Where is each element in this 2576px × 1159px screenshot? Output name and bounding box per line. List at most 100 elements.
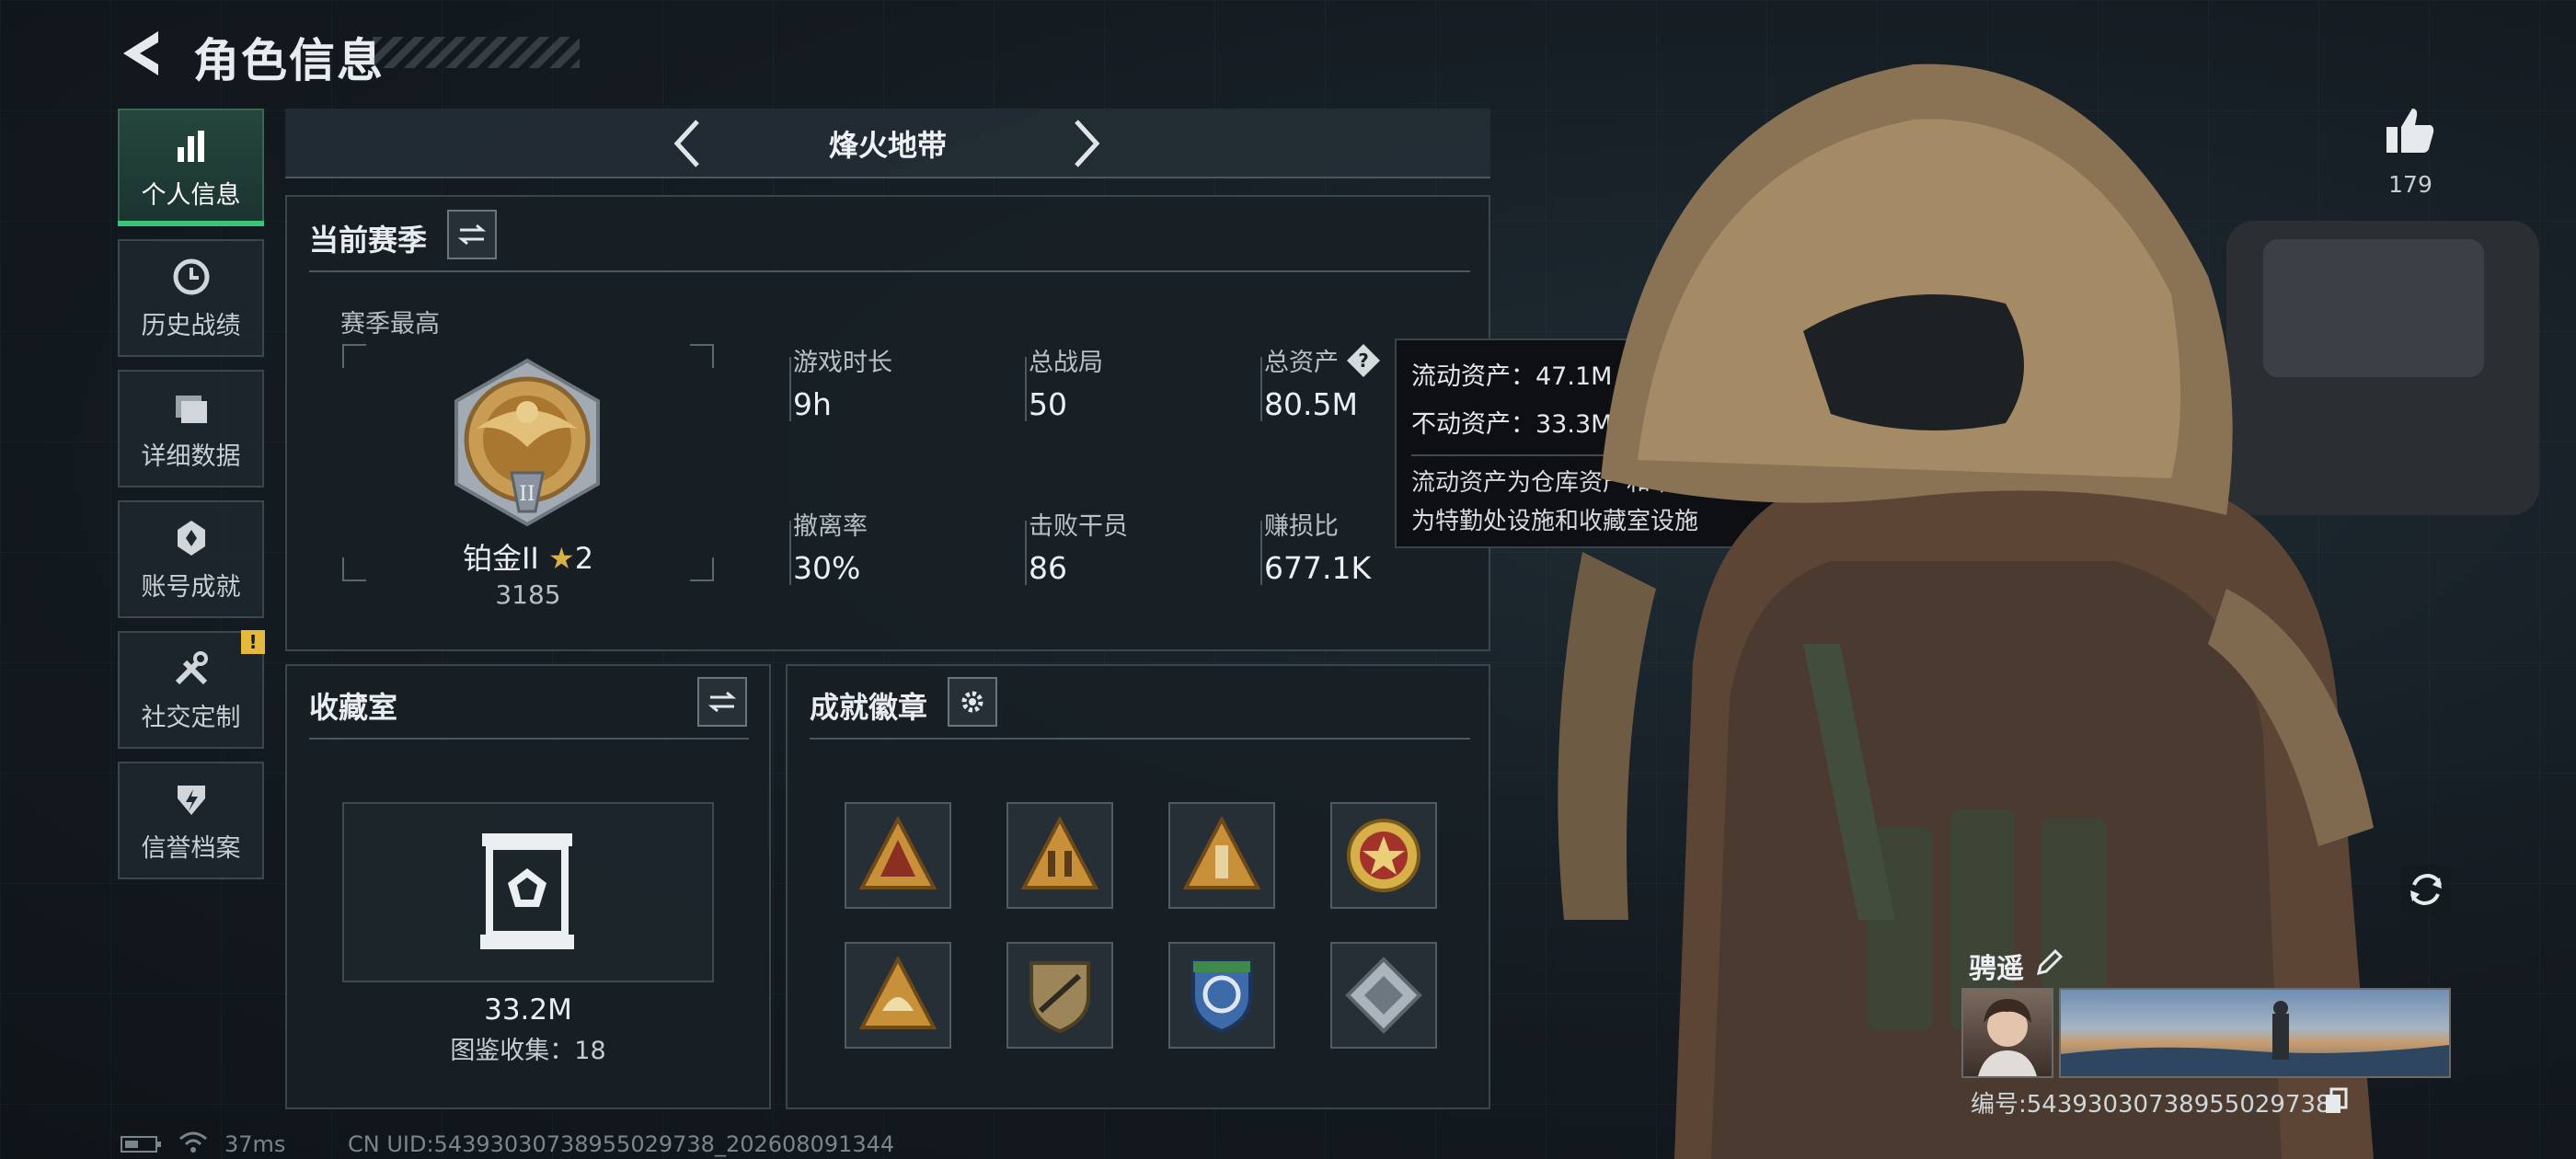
stat-divider	[1025, 521, 1027, 585]
sidebar-item-label: 账号成就	[141, 572, 241, 602]
triangle-badge-red-icon	[858, 815, 937, 889]
notification-badge: !	[241, 630, 265, 654]
rank-name: 铂金II	[462, 541, 539, 576]
stat-value-playtime: 9h	[793, 386, 832, 422]
badge-slot[interactable]	[1330, 802, 1437, 909]
banner-scene-icon	[2061, 1001, 2449, 1076]
mode-next-button[interactable]	[1064, 116, 1108, 171]
badge-slot[interactable]	[1006, 942, 1113, 1049]
triangle-badge-helmet-icon	[858, 955, 937, 1029]
wifi-icon	[179, 1131, 207, 1153]
sidebar-item-label: 个人信息	[141, 180, 241, 210]
back-arrow-icon	[123, 31, 158, 75]
season-divider	[309, 270, 1470, 272]
folder-icon	[175, 395, 207, 423]
badges-divider	[810, 738, 1470, 740]
collection-value: 33.2M	[484, 993, 572, 1027]
platinum-rank-medal-icon: II	[454, 358, 600, 527]
gear-icon	[961, 691, 983, 713]
shield-rifle-badge-icon	[1029, 961, 1090, 1034]
badges-settings-button[interactable]	[948, 677, 997, 727]
season-title: 当前赛季	[309, 223, 428, 258]
avatar[interactable]	[1961, 988, 2053, 1078]
avatar-portrait-icon	[1978, 999, 2037, 1076]
stat-divider	[789, 357, 791, 421]
history-clock-icon	[173, 258, 209, 294]
sidebar-item-personal-info[interactable]: 个人信息	[118, 109, 264, 226]
stat-label-total-assets: 总资产	[1264, 349, 1339, 377]
rank-star-icon: ★	[548, 541, 575, 576]
stat-label-kills: 击败干员	[1029, 512, 1128, 541]
collection-title: 收藏室	[309, 690, 398, 725]
rotate-model-button[interactable]	[2401, 865, 2451, 914]
badge-slot[interactable]	[1168, 942, 1275, 1049]
star-medal-icon	[1347, 819, 1420, 892]
sidebar-item-label: 社交定制	[141, 703, 241, 732]
badge-slot[interactable]	[1330, 942, 1437, 1049]
swap-arrows-icon	[458, 224, 486, 246]
stat-label-extract-rate: 撤离率	[793, 512, 868, 541]
diamond-badge-icon	[1345, 957, 1422, 1034]
chevron-left-icon	[673, 120, 699, 167]
badge-slot[interactable]	[845, 942, 951, 1049]
frame-corner	[690, 344, 714, 368]
pencil-icon	[2036, 948, 2064, 976]
player-nickname: 骋遥	[1969, 953, 2024, 985]
sidebar-item-credit[interactable]: 信誉档案	[118, 762, 264, 879]
thumbs-up-icon	[2386, 109, 2434, 153]
sidebar-item-label: 历史战绩	[141, 311, 241, 340]
stat-divider	[1260, 521, 1262, 585]
rank-label: 铂金II ★2	[344, 535, 712, 578]
badges-title: 成就徽章	[810, 690, 928, 725]
badge-slot[interactable]	[1006, 802, 1113, 909]
stat-value-extract-rate: 30%	[793, 550, 861, 586]
assets-help-button[interactable]: ?	[1345, 342, 1382, 379]
sidebar-item-history[interactable]: 历史战绩	[118, 239, 264, 357]
like-button[interactable]	[2383, 103, 2438, 158]
credit-shield-icon	[177, 785, 205, 815]
season-switch-button[interactable]	[447, 210, 497, 259]
display-case-icon	[480, 833, 574, 949]
stat-value-total-matches: 50	[1029, 386, 1067, 422]
mode-prev-button[interactable]	[666, 116, 710, 171]
stat-divider	[789, 521, 791, 585]
bar-chart-icon	[177, 130, 204, 162]
triangle-badge-tower-icon	[1182, 815, 1261, 889]
mode-title: 烽火地带	[828, 128, 947, 163]
profile-banner[interactable]	[2059, 988, 2451, 1078]
copy-id-button[interactable]	[2322, 1087, 2348, 1115]
rank-score: 3185	[495, 580, 561, 610]
svg-text:?: ?	[1358, 350, 1369, 372]
achievement-icon	[177, 520, 205, 556]
badge-slot[interactable]	[1168, 802, 1275, 909]
stat-value-total-assets: 80.5M	[1264, 386, 1358, 422]
like-count: 179	[2388, 171, 2432, 198]
refresh-icon	[2410, 873, 2442, 906]
collection-switch-button[interactable]	[697, 677, 747, 727]
blue-shield-badge-icon	[1191, 959, 1252, 1034]
collection-catalog: 图鉴收集：18	[450, 1037, 606, 1065]
badge-slot[interactable]	[845, 802, 951, 909]
stat-label-profit-ratio: 赚损比	[1264, 512, 1339, 541]
sidebar-item-detailed-data[interactable]: 详细数据	[118, 370, 264, 488]
help-question-icon: ?	[1347, 344, 1380, 377]
rank-stars: 2	[574, 541, 594, 576]
title-decoration	[373, 37, 580, 68]
swap-arrows-icon	[708, 691, 736, 713]
sidebar-item-label: 信誉档案	[141, 833, 241, 863]
player-id: 编号:54393030738955029738	[1971, 1091, 2331, 1119]
back-button[interactable]	[118, 28, 164, 79]
season-best-label: 赛季最高	[340, 310, 440, 339]
stat-value-kills: 86	[1029, 550, 1067, 586]
stat-label-playtime: 游戏时长	[793, 349, 892, 377]
page-title: 角色信息	[193, 34, 385, 87]
copy-icon	[2326, 1087, 2348, 1113]
chevron-right-icon	[1075, 120, 1100, 167]
tools-icon	[175, 650, 208, 684]
battery-icon	[121, 1136, 161, 1153]
edit-nickname-button[interactable]	[2033, 946, 2066, 979]
collection-divider	[309, 738, 749, 740]
svg-text:II: II	[519, 483, 535, 506]
sidebar-item-achievements[interactable]: 账号成就	[118, 500, 264, 618]
frame-corner	[342, 344, 366, 368]
